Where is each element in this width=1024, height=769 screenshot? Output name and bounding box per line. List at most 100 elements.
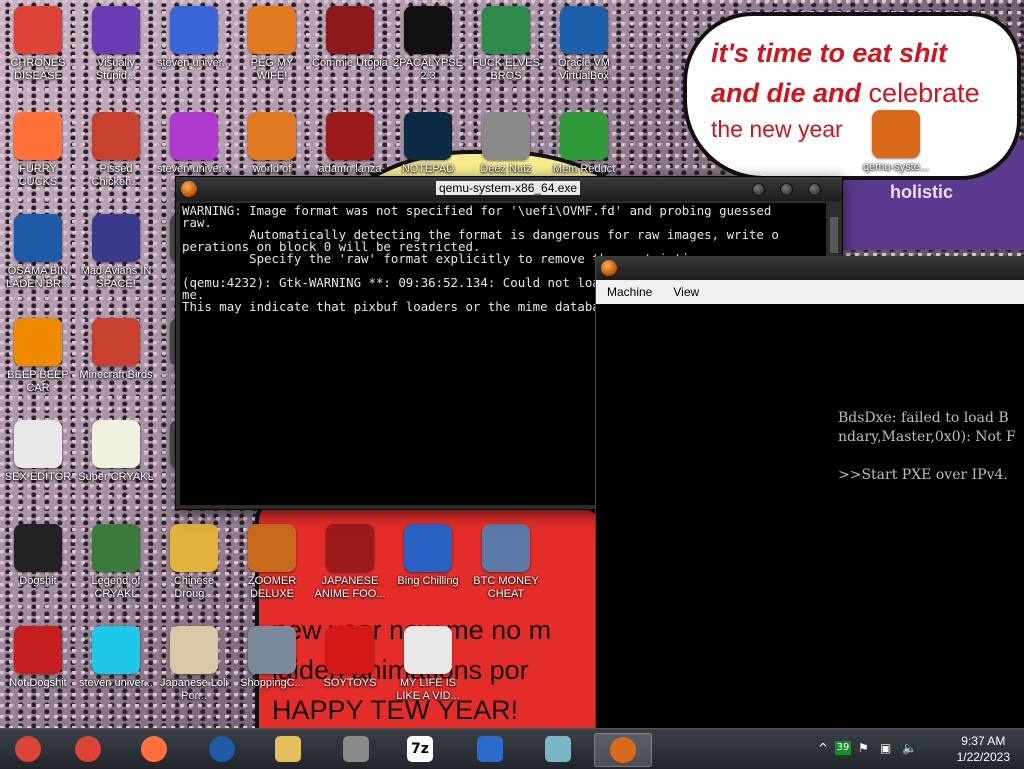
desktop-icon[interactable]: FUCK ELVES BROS <box>468 6 544 83</box>
desktop-icon[interactable]: Japanese Loli Por... <box>156 626 232 703</box>
network-icon[interactable]: ▣ <box>880 741 894 755</box>
desktop-icon[interactable]: ShoppingC... <box>234 626 310 690</box>
desktop-icon[interactable]: Oracle VM VirtualBox <box>546 6 622 83</box>
angry-birds-icon <box>92 318 140 366</box>
bubble-line-1: it's time to eat shit <box>711 38 947 68</box>
minimize-button[interactable] <box>752 183 765 196</box>
desktop-icon[interactable]: PEG MY WIFE! <box>234 6 310 83</box>
desktop-icon-label: OSAMA BIN LADEN BR... <box>5 265 71 290</box>
desktop-icon[interactable]: Mem Reduct <box>546 112 622 176</box>
desktop-icon[interactable]: FURRY CUCKS <box>0 112 76 189</box>
desktop-icon[interactable]: world of <box>234 112 310 176</box>
taskbar-button[interactable] <box>594 733 652 767</box>
chrome-taskbar-icon <box>15 736 41 762</box>
desktop-icon[interactable]: BTC MONEY CHEAT <box>468 524 544 601</box>
desktop-icon[interactable]: Not Dogshit <box>0 626 76 690</box>
desktop-icon[interactable]: MY LIFE IS LIKE A VID... <box>390 626 466 703</box>
desktop-icon[interactable]: Commie Utopia <box>312 6 388 70</box>
desktop-icon-label: steven univer... <box>79 677 153 689</box>
desktop-icon[interactable]: NOTEPAD <box>390 112 466 176</box>
command-prompt-icon <box>404 6 452 54</box>
taskbar-button[interactable] <box>126 733 182 765</box>
menu-view[interactable]: View <box>673 285 699 299</box>
console-window-title: qemu-system-x86_64.exe <box>436 181 581 195</box>
desktop-icon[interactable]: CHRONES DISEASE <box>0 6 76 83</box>
desktop-icon[interactable]: OSAMA BIN LADEN BR... <box>0 214 76 291</box>
desktop-icon[interactable]: 2PACALYPSE 2.3 <box>390 6 466 83</box>
desktop-icon[interactable]: ZOOMER DELUXE <box>234 524 310 601</box>
desktop-icon[interactable]: Deez Nutz <box>468 112 544 176</box>
desktop-icon[interactable]: SEX EDITOR <box>0 420 76 484</box>
desktop-icon[interactable]: Dogshit <box>0 524 76 588</box>
desktop-icon[interactable]: SOYTOYS <box>312 626 388 690</box>
box-icon <box>404 524 452 572</box>
desktop-icon-label: FURRY CUCKS <box>18 163 58 188</box>
qemu-app-icon[interactable] <box>181 181 197 197</box>
desktop-icon[interactable]: Bing Chilling <box>390 524 466 588</box>
bubble-line-3: the new year <box>711 116 843 142</box>
desktop-icon-label: Legend of CRYAKL <box>91 575 141 600</box>
desktop-icon[interactable]: steven univer... <box>156 112 232 176</box>
volume-icon[interactable]: 🔈 <box>902 741 917 755</box>
taskbar-button[interactable] <box>260 733 316 765</box>
vm-titlebar[interactable] <box>596 256 1024 280</box>
desktop-icon[interactable]: Minecraft Birds <box>78 318 154 382</box>
tray-badge-icon[interactable]: 39 <box>835 741 851 755</box>
qemu-app-icon[interactable] <box>601 260 617 276</box>
peggle-icon <box>248 6 296 54</box>
maximize-button[interactable] <box>780 183 793 196</box>
gamepad-icon <box>404 626 452 674</box>
show-hidden-icons-icon[interactable]: ^ <box>818 741 832 755</box>
vm-guest-screen[interactable]: BdsDxe: failed to load B ndary,Master,0x… <box>596 304 1024 728</box>
taskbar-button[interactable] <box>60 733 116 765</box>
flash-icon <box>326 524 374 572</box>
network-taskbar-icon <box>477 736 503 762</box>
desktop-icon[interactable]: Visually Stupid... <box>78 6 154 83</box>
desktop-icon-label: NOTEPAD <box>401 163 455 175</box>
flag-icon[interactable]: ⚑ <box>858 741 872 755</box>
desktop-icon[interactable]: Legend of CRYAKL <box>78 524 154 601</box>
desktop-icon[interactable]: adamn lanza <box>312 112 388 176</box>
taskbar-button[interactable] <box>0 733 56 765</box>
qemu-vm-window[interactable]: Machine View BdsDxe: failed to load B nd… <box>595 256 1024 728</box>
taskbar-button[interactable] <box>462 733 518 765</box>
console-titlebar[interactable]: qemu-system-x86_64.exe <box>176 177 842 201</box>
elf-icon <box>482 6 530 54</box>
desktop-icon-label: Japanese Loli Por... <box>160 677 228 702</box>
desktop-icon[interactable]: steven univer... <box>156 6 232 70</box>
7zip-taskbar-icon: 7z <box>407 736 433 762</box>
desktop-icon[interactable]: Mad Avians IN SPACE! <box>78 214 154 291</box>
taskbar-button[interactable] <box>328 733 384 765</box>
desktop-icon-label: 2PACALYPSE 2.3 <box>393 57 463 82</box>
desktop-icon[interactable]: steven univer... <box>78 626 154 690</box>
console-scroll-thumb[interactable] <box>830 217 838 253</box>
taskbar-button[interactable]: 7z <box>392 733 448 765</box>
torii-icon <box>170 626 218 674</box>
desktop-icon[interactable]: Chinese Droug... <box>156 524 232 601</box>
taskbar-button[interactable] <box>530 733 586 765</box>
bubble-line-2: and die and celebrate <box>711 78 980 109</box>
archive-taskbar-icon <box>343 736 369 762</box>
desktop-icon[interactable]: Pissed Chicken... <box>78 112 154 189</box>
peggle-icon <box>248 112 296 160</box>
desktop-icon[interactable]: BEEP BEEP CAR <box>0 318 76 395</box>
desktop-icon-label: Visually Stupid... <box>95 57 137 82</box>
qemu-taskbar-icon <box>610 737 636 763</box>
system-tray: ^ 39 ⚑ ▣ 🔈 9:37 AM 1/22/2023 <box>814 729 1024 769</box>
desktop-icon[interactable]: JAPANESE ANIME FOO... <box>312 524 388 601</box>
firefox-icon <box>14 112 62 160</box>
pixel-dog-icon <box>92 420 140 468</box>
desktop-icon-label: Chinese Droug... <box>173 575 215 600</box>
chrome-icon <box>14 6 62 54</box>
desktop-icon-label: Mad Avians IN SPACE! <box>80 265 152 290</box>
desktop-icon-label: Super CRYAKL <box>78 471 154 483</box>
virtualbox-icon <box>560 6 608 54</box>
taskbar-button[interactable] <box>194 733 250 765</box>
menu-machine[interactable]: Machine <box>607 285 652 299</box>
clock[interactable]: 9:37 AM 1/22/2023 <box>957 733 1010 765</box>
desktop-icon[interactable]: Super CRYAKL <box>78 420 154 484</box>
close-button[interactable] <box>808 183 821 196</box>
visual-studio-icon <box>92 6 140 54</box>
desktop-icon[interactable]: qemu-syste... <box>858 110 934 174</box>
desktop-icon-label: SOYTOYS <box>323 677 377 689</box>
